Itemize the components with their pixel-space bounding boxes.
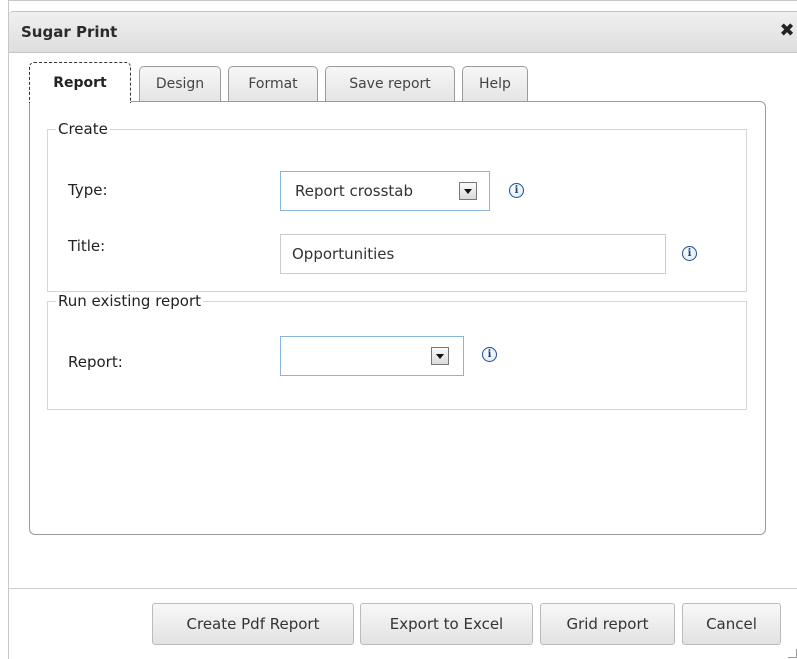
- report-label: Report:: [68, 353, 123, 371]
- tab-format[interactable]: Format: [228, 66, 318, 102]
- sugar-print-dialog: Sugar Print ✖ Report Design Format Save …: [8, 0, 797, 659]
- tab-design[interactable]: Design: [139, 66, 221, 102]
- run-existing-legend: Run existing report: [58, 292, 202, 310]
- report-tab-panel: Create Type: Report crosstab i Title: i …: [29, 101, 766, 535]
- dialog-titlebar[interactable]: Sugar Print ✖: [9, 11, 797, 53]
- title-input[interactable]: [280, 234, 666, 274]
- info-icon[interactable]: i: [682, 246, 697, 261]
- export-to-excel-button[interactable]: Export to Excel: [360, 603, 533, 645]
- tab-report[interactable]: Report: [29, 62, 131, 103]
- run-existing-fieldset: Run existing report Report: i: [47, 292, 747, 410]
- info-icon[interactable]: i: [482, 347, 497, 362]
- tab-help[interactable]: Help: [462, 66, 528, 102]
- resize-handle[interactable]: [788, 649, 797, 658]
- chevron-down-icon[interactable]: [459, 182, 477, 200]
- grid-report-button[interactable]: Grid report: [540, 603, 675, 645]
- close-icon[interactable]: ✖: [778, 21, 796, 41]
- type-label: Type:: [68, 181, 108, 199]
- type-select[interactable]: Report crosstab: [280, 171, 490, 211]
- tab-save-report[interactable]: Save report: [325, 66, 455, 102]
- type-select-value: Report crosstab: [295, 182, 413, 200]
- title-label: Title:: [68, 237, 106, 255]
- report-select[interactable]: [280, 336, 464, 376]
- dialog-title: Sugar Print: [21, 23, 118, 41]
- create-fieldset: Create Type: Report crosstab i Title: i: [47, 120, 747, 292]
- info-icon[interactable]: i: [509, 183, 524, 198]
- footer-divider: [9, 588, 797, 589]
- cancel-button[interactable]: Cancel: [682, 603, 781, 645]
- create-pdf-report-button[interactable]: Create Pdf Report: [152, 603, 354, 645]
- create-legend: Create: [58, 120, 108, 138]
- chevron-down-icon[interactable]: [431, 347, 449, 365]
